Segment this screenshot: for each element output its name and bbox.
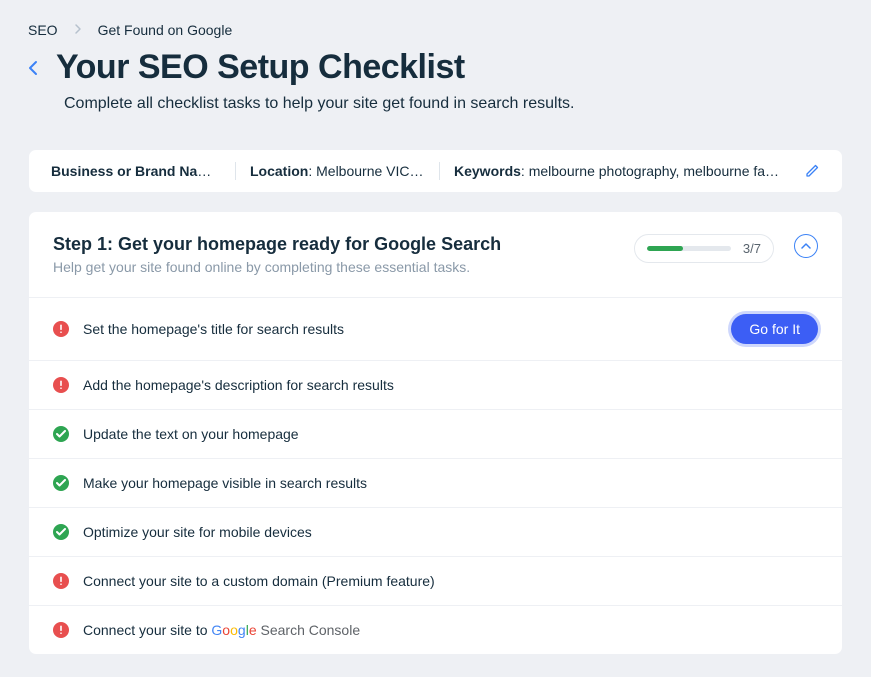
task-row[interactable]: Optimize your site for mobile devices [29, 508, 842, 557]
business-name-cell: Business or Brand Name: In… [51, 163, 221, 179]
task-row[interactable]: Add the homepage's description for searc… [29, 361, 842, 410]
task-label: Optimize your site for mobile devices [83, 524, 818, 540]
status-done-icon [53, 475, 69, 491]
step-header: Step 1: Get your homepage ready for Goog… [29, 212, 842, 297]
edit-button[interactable] [804, 163, 820, 179]
task-label: Update the text on your homepage [83, 426, 818, 442]
step-subtitle: Help get your site found online by compl… [53, 259, 614, 275]
business-name-value: : In… [218, 163, 222, 179]
chevron-left-icon [28, 60, 38, 76]
breadcrumb-root[interactable]: SEO [28, 22, 58, 38]
keywords-cell: Keywords: melbourne photography, melbour… [454, 163, 784, 179]
collapse-button[interactable] [794, 234, 818, 258]
location-label: Location [250, 163, 308, 179]
back-button[interactable] [28, 60, 38, 76]
location-value: : Melbourne VIC, Au… [308, 163, 425, 179]
task-list: Set the homepage's title for search resu… [29, 297, 842, 654]
step-card: Step 1: Get your homepage ready for Goog… [28, 211, 843, 655]
task-row[interactable]: Make your homepage visible in search res… [29, 459, 842, 508]
task-label: Add the homepage's description for searc… [83, 377, 818, 393]
progress-indicator: 3/7 [634, 234, 774, 263]
pencil-icon [804, 163, 820, 179]
keywords-label: Keywords [454, 163, 521, 179]
chevron-right-icon [74, 22, 82, 38]
status-done-icon [53, 524, 69, 540]
keywords-value: : melbourne photography, melbourne famil… [521, 163, 784, 179]
task-label: Set the homepage's title for search resu… [83, 321, 717, 337]
status-todo-icon [53, 377, 69, 393]
progress-bar [647, 246, 731, 251]
task-label: Make your homepage visible in search res… [83, 475, 818, 491]
task-label: Connect your site to a custom domain (Pr… [83, 573, 818, 589]
page-subtitle: Complete all checklist tasks to help you… [64, 95, 843, 113]
page-title: Your SEO Setup Checklist [56, 48, 465, 87]
breadcrumb-current: Get Found on Google [98, 22, 233, 38]
status-todo-icon [53, 321, 69, 337]
status-todo-icon [53, 573, 69, 589]
divider [235, 162, 236, 180]
go-for-it-button[interactable]: Go for It [731, 314, 818, 344]
task-row[interactable]: Connect your site to a custom domain (Pr… [29, 557, 842, 606]
task-row[interactable]: Set the homepage's title for search resu… [29, 298, 842, 361]
business-info-bar: Business or Brand Name: In… Location: Me… [28, 149, 843, 193]
divider [439, 162, 440, 180]
task-label: Connect your site to Google Search Conso… [83, 622, 818, 638]
step-title: Step 1: Get your homepage ready for Goog… [53, 234, 614, 255]
progress-text: 3/7 [743, 241, 761, 256]
status-done-icon [53, 426, 69, 442]
task-row[interactable]: Connect your site to Google Search Conso… [29, 606, 842, 654]
chevron-up-icon [801, 243, 811, 249]
business-name-label: Business or Brand Name [51, 163, 218, 179]
location-cell: Location: Melbourne VIC, Au… [250, 163, 425, 179]
task-row[interactable]: Update the text on your homepage [29, 410, 842, 459]
status-todo-icon [53, 622, 69, 638]
breadcrumb: SEO Get Found on Google [28, 22, 843, 38]
progress-fill [647, 246, 683, 251]
